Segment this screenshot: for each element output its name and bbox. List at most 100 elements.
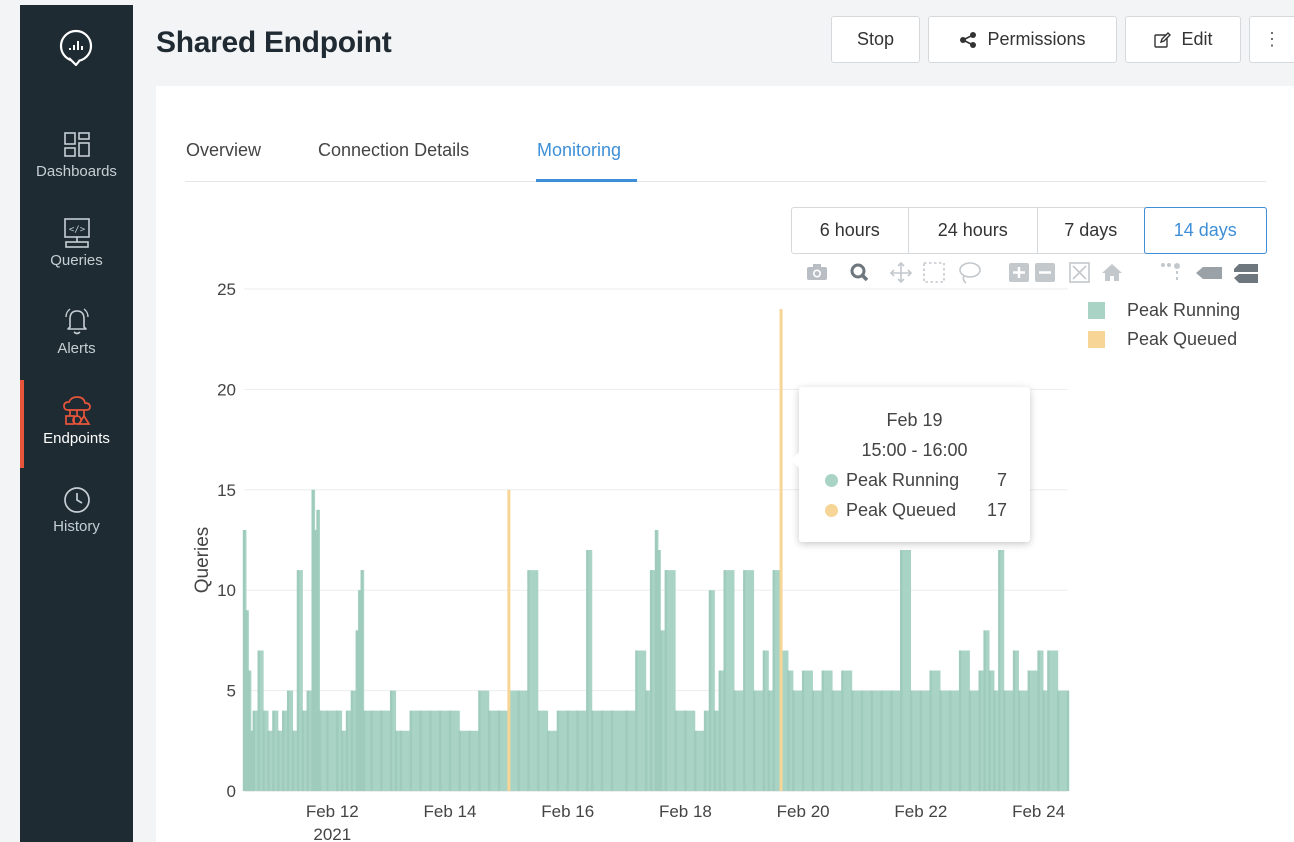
hover-closest-icon[interactable] — [1196, 267, 1222, 279]
sidebar-item-queries[interactable]: </> Queries — [20, 217, 133, 269]
endpoints-icon — [62, 396, 91, 425]
running-bar — [394, 730, 398, 791]
running-bar — [576, 710, 579, 791]
tooltip-dot-running — [825, 474, 838, 487]
running-bar — [998, 550, 1001, 791]
running-bar — [1027, 670, 1030, 791]
dashboards-icon — [63, 132, 90, 157]
running-bar — [649, 570, 653, 791]
home-icon[interactable] — [1102, 264, 1122, 281]
running-bar — [654, 529, 658, 791]
running-bar — [993, 690, 996, 791]
permissions-button[interactable]: Permissions — [928, 16, 1117, 63]
running-bar — [664, 570, 668, 791]
running-bar — [988, 670, 991, 791]
running-bar — [301, 710, 305, 791]
range-24-hours[interactable]: 24 hours — [909, 208, 1038, 253]
legend-item-running[interactable]: Peak Running — [1088, 296, 1240, 325]
running-bar — [316, 509, 319, 791]
running-bar — [389, 690, 393, 791]
bell-icon — [64, 308, 89, 335]
running-bar — [517, 690, 520, 791]
sidebar-item-endpoints[interactable]: Endpoints — [20, 395, 133, 447]
sidebar-item-label: Alerts — [57, 340, 96, 357]
sidebar-item-history[interactable]: History — [20, 485, 133, 535]
running-bar — [1012, 650, 1016, 791]
tooltip-row-value: 17 — [986, 500, 1007, 520]
running-bar — [958, 650, 962, 791]
logo-icon[interactable] — [56, 27, 96, 67]
running-bar — [743, 570, 746, 791]
running-bar — [350, 690, 354, 791]
running-bar — [801, 670, 805, 791]
legend-item-queued[interactable]: Peak Queued — [1088, 325, 1240, 354]
running-bar — [296, 570, 300, 791]
x-tick-sublabel: 2021 — [313, 825, 351, 840]
running-bar — [831, 690, 834, 791]
tab-overview[interactable]: Overview — [186, 140, 261, 161]
range-14-days[interactable]: 14 days — [1143, 207, 1267, 254]
y-tick-label: 15 — [217, 481, 236, 500]
running-bar — [787, 670, 790, 791]
hover-compare-icon[interactable] — [1234, 264, 1258, 283]
tab-active-underline — [536, 179, 637, 182]
tooltip-date: Feb 19 — [886, 410, 943, 430]
running-bar — [968, 690, 972, 791]
running-bar — [335, 710, 339, 791]
running-bar — [919, 690, 923, 791]
y-tick-label: 25 — [217, 280, 236, 299]
queries-icon: </> — [63, 218, 90, 248]
running-bar — [311, 489, 314, 791]
running-bar — [772, 570, 775, 791]
stop-button[interactable]: Stop — [831, 16, 920, 63]
running-bar — [277, 730, 280, 791]
tooltip-row-queued: Peak Queued 17 — [825, 500, 1007, 521]
legend-swatch-queued — [1088, 331, 1105, 348]
sidebar-item-label: Dashboards — [36, 163, 117, 180]
running-bar — [703, 710, 707, 791]
running-bar — [752, 690, 756, 791]
running-bar — [1037, 650, 1040, 791]
running-bar — [1056, 690, 1060, 791]
y-tick-label: 5 — [227, 682, 236, 701]
running-bar — [556, 710, 560, 791]
running-bar — [684, 710, 687, 791]
running-bar — [659, 630, 663, 791]
running-bar — [429, 710, 432, 791]
range-6-hours[interactable]: 6 hours — [792, 208, 909, 253]
sidebar-item-alerts[interactable]: Alerts — [20, 305, 133, 357]
y-tick-label: 10 — [217, 581, 236, 600]
more-button[interactable]: ⋮ — [1249, 16, 1294, 63]
sidebar: Dashboards </> Queries Alerts Endpoints … — [20, 5, 133, 842]
camera-icon[interactable] — [807, 264, 827, 280]
y-axis-label: Queries — [192, 527, 213, 594]
running-bar — [399, 730, 403, 791]
running-bar — [340, 730, 344, 791]
running-bar — [306, 690, 309, 791]
spike-lines-icon[interactable] — [1161, 263, 1180, 280]
running-bar — [718, 670, 721, 791]
tab-monitoring[interactable]: Monitoring — [537, 140, 621, 161]
running-bar — [355, 630, 359, 791]
running-bar — [635, 650, 638, 791]
zoom-icon[interactable] — [850, 263, 869, 282]
running-bar — [674, 710, 677, 791]
chart-legend: Peak Running Peak Queued — [1088, 296, 1240, 354]
running-bar — [723, 570, 726, 791]
running-bar — [313, 529, 317, 791]
running-bar — [546, 730, 550, 791]
running-bar — [362, 710, 366, 791]
tab-connection-details[interactable]: Connection Details — [318, 140, 469, 161]
running-bar — [286, 690, 290, 791]
running-bar — [358, 590, 361, 791]
edit-icon — [1154, 31, 1172, 48]
more-icon: ⋮ — [1263, 29, 1281, 49]
sidebar-item-dashboards[interactable]: Dashboards — [20, 130, 133, 180]
running-bar — [850, 690, 854, 791]
running-bar — [257, 650, 260, 791]
running-bar — [318, 710, 322, 791]
clock-icon — [63, 487, 90, 513]
edit-button[interactable]: Edit — [1125, 16, 1241, 63]
running-bar — [409, 710, 412, 791]
range-7-days[interactable]: 7 days — [1038, 208, 1145, 253]
